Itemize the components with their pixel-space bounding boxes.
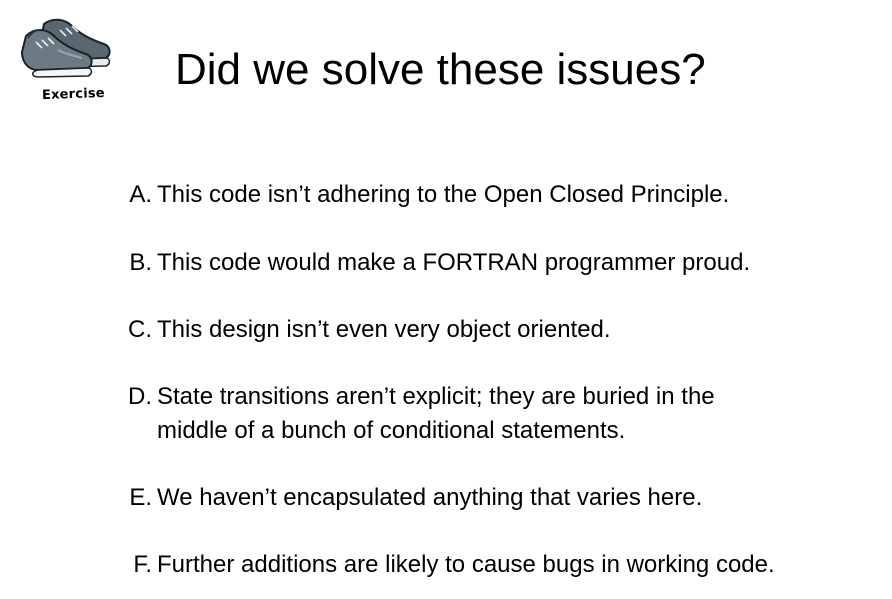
item-text: This code would make a FORTRAN programme… [157, 249, 751, 276]
item-text: This design isn’t even very object orien… [157, 316, 611, 343]
sneakers-icon [20, 18, 111, 78]
item-text: This code isn’t adhering to the Open Clo… [157, 181, 730, 208]
exercise-logo: Exercise [14, 14, 120, 103]
item-letter: F. [133, 551, 152, 578]
item-text: We haven’t encapsulated anything that va… [157, 484, 703, 511]
exercise-label: Exercise [41, 85, 106, 104]
slide-title: Did we solve these issues? [175, 45, 706, 94]
item-letter: B. [129, 249, 152, 276]
item-letter: C. [128, 316, 152, 343]
item-text: State transitions aren’t explicit; they … [157, 383, 715, 444]
item-letter: D. [128, 383, 152, 410]
item-letter: A. [129, 181, 152, 208]
item-letter: E. [129, 484, 152, 511]
slide: Exercise Did we solve these issues? A. T… [0, 0, 892, 599]
item-text: Further additions are likely to cause bu… [157, 551, 775, 578]
